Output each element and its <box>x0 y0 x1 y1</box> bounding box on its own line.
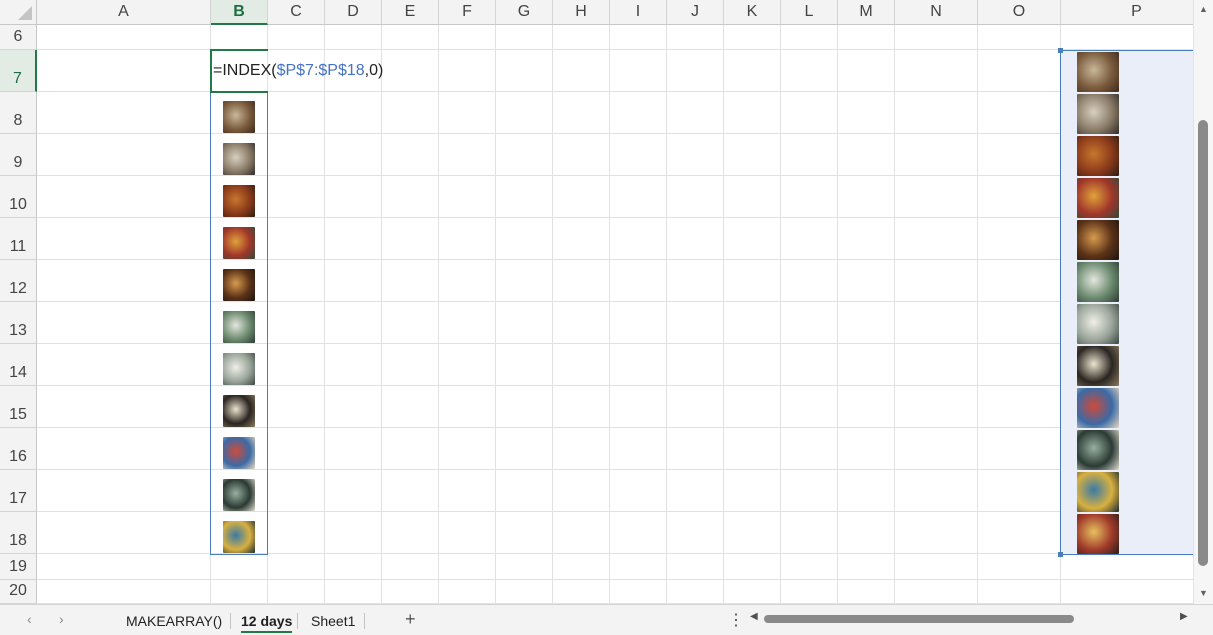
worksheet-grid[interactable]: ABCDEFGHIJKLMNOP 6 7 8 9 10 11 12 13 14 15 16 17 18 1… <box>0 0 1193 604</box>
image-maids-milking-icon <box>223 395 255 427</box>
column-gridline <box>723 25 724 604</box>
column-gridline <box>324 25 325 604</box>
vertical-scroll-thumb[interactable] <box>1198 120 1208 566</box>
image-drummers-drumming-icon[interactable] <box>1077 514 1119 554</box>
sheet-tab-bar: ‹ › MAKEARRAY() 12 days Sheet1 + ⋮ ◀ ▶ <box>0 604 1213 635</box>
column-header-e[interactable]: E <box>382 0 439 25</box>
column-header-c[interactable]: C <box>268 0 325 25</box>
column-gridline <box>552 25 553 604</box>
row-header-20[interactable]: 20 <box>0 580 37 604</box>
horizontal-scroll-thumb[interactable] <box>764 615 1074 623</box>
sheet-tab-2[interactable]: Sheet1 <box>311 609 355 633</box>
formula-prefix: =INDEX( <box>213 62 277 79</box>
column-header-m[interactable]: M <box>838 0 895 25</box>
sheet-tab-1[interactable]: 12 days <box>241 609 293 633</box>
column-header-k[interactable]: K <box>724 0 781 25</box>
image-golden-rings-icon <box>223 269 255 301</box>
image-turtle-doves-icon <box>223 143 255 175</box>
column-header-o[interactable]: O <box>978 0 1061 25</box>
range-handle-top[interactable] <box>1058 48 1063 53</box>
column-gridline <box>666 25 667 604</box>
column-header-b[interactable]: B <box>211 0 268 25</box>
image-calling-birds-icon[interactable] <box>1077 178 1119 218</box>
image-lords-leaping-icon <box>223 479 255 511</box>
row-header-11[interactable]: 11 <box>0 218 37 260</box>
column-header-g[interactable]: G <box>496 0 553 25</box>
row-header-16[interactable]: 16 <box>0 428 37 470</box>
scroll-right-icon[interactable]: ▶ <box>1180 611 1188 622</box>
image-partridge-icon <box>223 101 255 133</box>
row-header-8[interactable]: 8 <box>0 92 37 134</box>
select-all-icon <box>18 6 32 20</box>
column-header-p[interactable]: P <box>1061 0 1193 25</box>
row-header-13[interactable]: 13 <box>0 302 37 344</box>
next-sheet-icon[interactable]: › <box>59 611 64 627</box>
column-gridline <box>381 25 382 604</box>
vertical-scrollbar[interactable]: ▲ ▼ <box>1193 0 1213 604</box>
more-options-icon[interactable]: ⋮ <box>728 610 744 630</box>
column-header-i[interactable]: I <box>610 0 667 25</box>
select-all-corner[interactable] <box>0 0 37 25</box>
formula-range-reference: $P$7:$P$18 <box>276 62 365 79</box>
tab-separator <box>230 613 231 629</box>
image-french-hens-icon[interactable] <box>1077 136 1119 176</box>
column-header-j[interactable]: J <box>667 0 724 25</box>
scroll-left-icon[interactable]: ◀ <box>750 611 758 622</box>
column-header-f[interactable]: F <box>439 0 496 25</box>
column-gridline <box>837 25 838 604</box>
cell-b7-formula[interactable]: =INDEX($P$7:$P$18,0) <box>211 50 383 92</box>
row-header-6[interactable]: 6 <box>0 25 37 50</box>
image-swans-swimming-icon <box>223 353 255 385</box>
row-header-12[interactable]: 12 <box>0 260 37 302</box>
prev-sheet-icon[interactable]: ‹ <box>27 611 32 627</box>
row-header-17[interactable]: 17 <box>0 470 37 512</box>
column-header-n[interactable]: N <box>895 0 978 25</box>
column-gridline <box>609 25 610 604</box>
image-pipers-piping-icon <box>223 521 255 553</box>
image-ladies-dancing-icon <box>223 437 255 469</box>
image-partridge-icon[interactable] <box>1077 52 1119 92</box>
scroll-up-icon[interactable]: ▲ <box>1199 4 1208 14</box>
formula-suffix: ,0) <box>364 62 384 79</box>
column-gridline <box>780 25 781 604</box>
image-golden-rings-icon[interactable] <box>1077 220 1119 260</box>
row-header-15[interactable]: 15 <box>0 386 37 428</box>
row-header-19[interactable]: 19 <box>0 554 37 580</box>
column-gridline <box>495 25 496 604</box>
image-french-hens-icon <box>223 185 255 217</box>
row-header-18[interactable]: 18 <box>0 512 37 554</box>
horizontal-scrollbar[interactable]: ◀ ▶ <box>748 611 1193 627</box>
row-header-14[interactable]: 14 <box>0 344 37 386</box>
row-header-9[interactable]: 9 <box>0 134 37 176</box>
image-ladies-dancing-icon[interactable] <box>1077 388 1119 428</box>
range-handle-bottom[interactable] <box>1058 552 1063 557</box>
image-turtle-doves-icon[interactable] <box>1077 94 1119 134</box>
image-maids-milking-icon[interactable] <box>1077 346 1119 386</box>
tab-separator <box>364 613 365 629</box>
scroll-down-icon[interactable]: ▼ <box>1199 588 1208 598</box>
image-pipers-piping-icon[interactable] <box>1077 472 1119 512</box>
image-swans-swimming-icon[interactable] <box>1077 304 1119 344</box>
column-gridline <box>438 25 439 604</box>
image-geese-laying-icon <box>223 311 255 343</box>
row-header-10[interactable]: 10 <box>0 176 37 218</box>
column-header-a[interactable]: A <box>37 0 211 25</box>
column-header-l[interactable]: L <box>781 0 838 25</box>
add-sheet-icon[interactable]: + <box>405 609 416 630</box>
tab-separator <box>297 613 298 629</box>
column-gridline <box>977 25 978 604</box>
row-header-7[interactable]: 7 <box>0 50 37 92</box>
image-lords-leaping-icon[interactable] <box>1077 430 1119 470</box>
column-header-h[interactable]: H <box>553 0 610 25</box>
column-header-d[interactable]: D <box>325 0 382 25</box>
image-calling-birds-icon <box>223 227 255 259</box>
sheet-tab-0[interactable]: MAKEARRAY() <box>126 609 222 633</box>
image-geese-laying-icon[interactable] <box>1077 262 1119 302</box>
column-gridline <box>894 25 895 604</box>
